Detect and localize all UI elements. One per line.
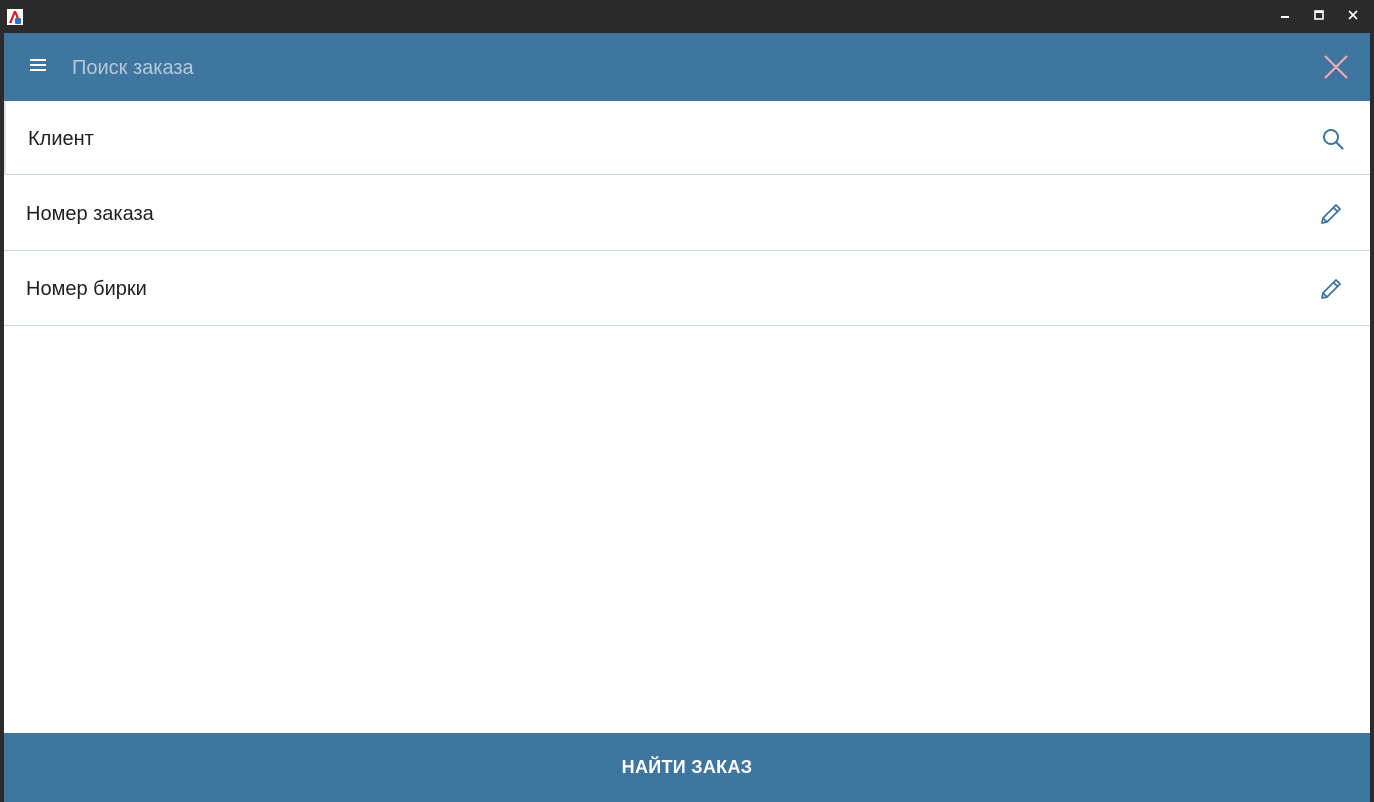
window-maximize-button[interactable]	[1302, 0, 1336, 33]
close-icon	[1347, 8, 1359, 26]
menu-button[interactable]	[24, 53, 52, 81]
order-number-field-label: Номер заказа	[26, 203, 154, 225]
tag-number-field[interactable]: Номер бирки	[4, 251, 1370, 326]
app-logo-icon	[7, 9, 23, 25]
window-titlebar[interactable]	[0, 0, 1374, 33]
maximize-icon	[1313, 8, 1325, 26]
app-content: Клиент Номер заказа Номер бирки	[4, 33, 1370, 802]
client-field[interactable]: Клиент	[4, 101, 1370, 175]
window-minimize-button[interactable]	[1268, 0, 1302, 33]
pencil-icon[interactable]	[1317, 275, 1345, 303]
window-close-button[interactable]	[1336, 0, 1370, 33]
pencil-icon[interactable]	[1317, 200, 1345, 228]
close-icon	[1323, 54, 1349, 85]
search-appbar	[4, 33, 1370, 101]
search-icon[interactable]	[1319, 125, 1347, 153]
app-window: Клиент Номер заказа Номер бирки	[0, 0, 1374, 802]
tag-number-field-label: Номер бирки	[26, 278, 147, 300]
order-number-field[interactable]: Номер заказа	[4, 176, 1370, 251]
find-order-button[interactable]: НАЙТИ ЗАКАЗ	[4, 733, 1370, 802]
client-field-label: Клиент	[28, 128, 94, 150]
hamburger-menu-icon	[29, 58, 47, 77]
minimize-icon	[1279, 8, 1291, 26]
order-search-input[interactable]	[72, 51, 1272, 85]
clear-search-button[interactable]	[1318, 51, 1354, 87]
